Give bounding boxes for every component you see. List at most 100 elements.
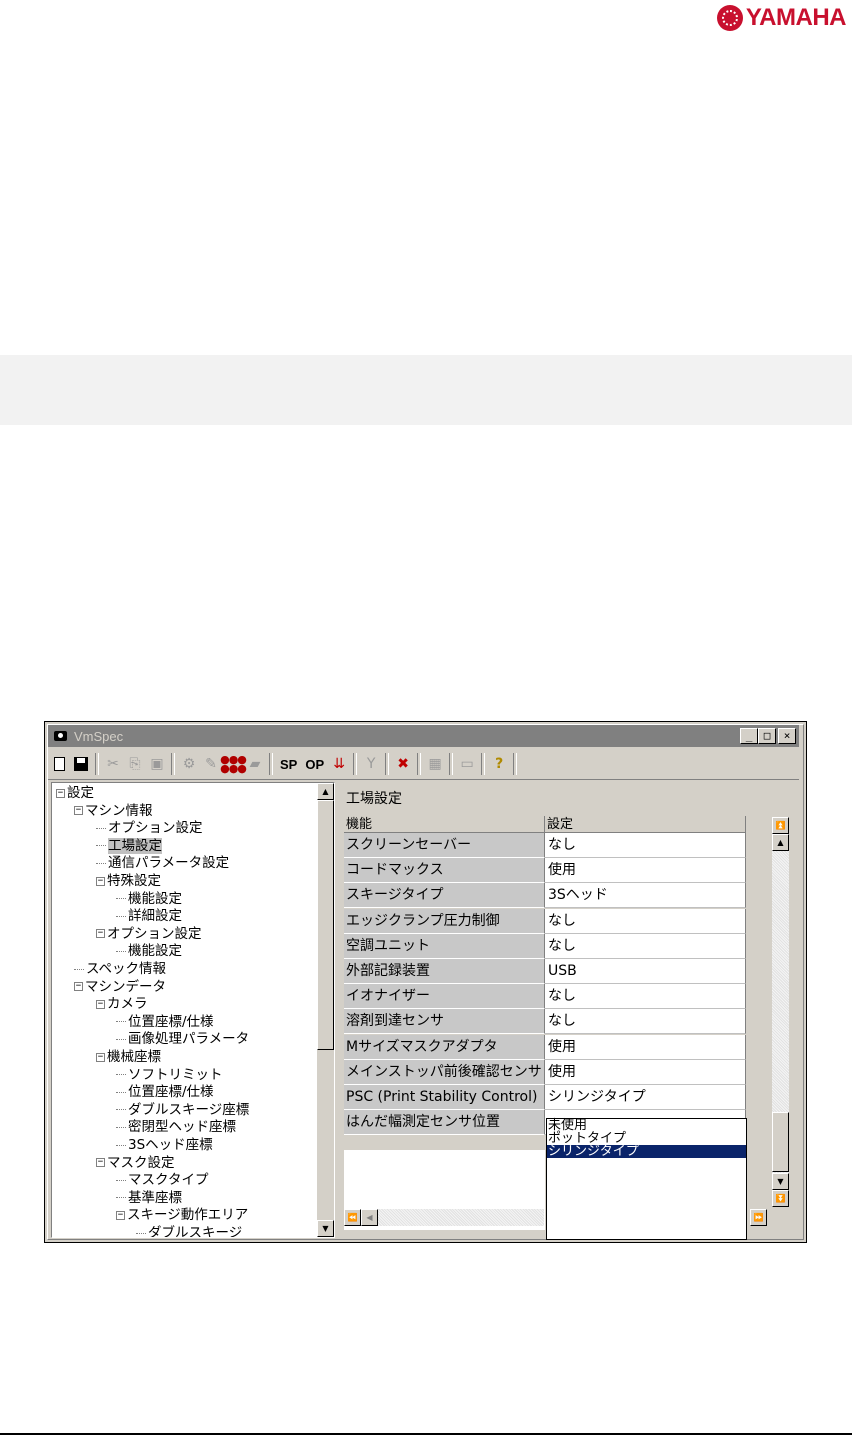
column-header-setting[interactable]: 設定 [545,816,746,833]
scroll-down-button[interactable]: ▼ [772,1173,789,1190]
tree-collapse-icon[interactable]: − [96,999,105,1009]
scroll-thumb[interactable] [317,800,334,1050]
help-icon[interactable]: ? [488,753,510,775]
table-row[interactable]: スクリーンセーバー なし [344,833,752,858]
setting-value-cell[interactable]: なし [545,833,746,858]
flag-icon[interactable]: ▰ [244,753,266,775]
tree-node[interactable]: 位置座標/仕様 [116,1084,214,1101]
scroll-down-button[interactable]: ▼ [317,1220,334,1237]
copy-icon[interactable]: ⎘ [124,753,146,775]
setting-value-cell[interactable]: シリンジタイプ [545,1085,746,1110]
cut-icon[interactable]: ✂ [102,753,124,775]
maximize-button[interactable]: □ [758,728,776,744]
feeder-icon[interactable]: ⚙ [178,753,200,775]
grid-horizontal-scrollbar-right[interactable]: ⏩ [750,1209,772,1226]
grid-vertical-scrollbar[interactable]: ⏫ ▲ ▼ ⏬ [772,817,789,1207]
setting-value-cell[interactable]: 使用 [545,858,746,884]
setting-value-cell[interactable]: なし [545,1009,746,1035]
paste-icon[interactable]: ▣ [146,753,168,775]
table-row[interactable]: コードマックス 使用 [344,858,752,884]
tree-node[interactable]: 画像処理パラメータ [116,1031,249,1048]
grid-icon[interactable]: ▦ [424,753,446,775]
tree-node[interactable]: マスクタイプ [116,1172,208,1189]
column-header-feature[interactable]: 機能 [344,816,545,833]
scroll-top-button[interactable]: ⏫ [772,817,789,834]
setting-value-cell[interactable]: USB [545,959,746,984]
table-row[interactable]: スキージタイプ 3Sヘッド [344,883,752,909]
tree-collapse-icon[interactable]: − [96,1158,105,1168]
tree-collapse-icon[interactable]: − [96,929,105,939]
feeder-edit-icon[interactable]: ✎ [200,753,222,775]
setting-dropdown-list[interactable]: 未使用 ポットタイプ シリンジタイプ [546,1118,747,1240]
app-icon[interactable] [52,727,70,745]
download-icon[interactable]: ⇊ [328,753,350,775]
tree-node[interactable]: スペック情報 [74,961,166,978]
save-icon[interactable] [70,753,92,775]
close-button[interactable]: × [778,728,796,744]
tree-collapse-icon[interactable]: − [116,1210,125,1220]
table-row[interactable]: メインストッパ前後確認センサ 使用 [344,1059,752,1085]
tree-node[interactable]: 通信パラメータ設定 [96,855,229,872]
tree-node[interactable]: オプション設定 [96,820,203,837]
filter-icon[interactable]: Y [360,753,382,775]
scroll-up-button[interactable]: ▲ [317,783,334,800]
setting-value-cell[interactable]: なし [545,933,746,959]
plug-icon[interactable]: ✖ [392,753,414,775]
setting-value-cell[interactable]: なし [545,908,746,934]
setting-value-cell[interactable]: 使用 [545,1034,746,1060]
new-file-icon[interactable] [48,753,70,775]
minimize-button[interactable]: _ [740,728,758,744]
scroll-thumb[interactable] [772,1112,789,1172]
tree-collapse-icon[interactable]: − [96,1052,105,1062]
op-button[interactable]: OP [301,757,328,772]
table-row[interactable]: PSC (Print Stability Control) シリンジタイプ [344,1085,752,1110]
tree-node[interactable]: 密閉型ヘッド座標 [116,1119,236,1136]
dropdown-option[interactable]: シリンジタイプ [547,1145,746,1158]
tree-node[interactable]: − 設定 [56,785,94,802]
tree-collapse-icon[interactable]: − [56,788,65,798]
table-row[interactable]: 外部記録装置 USB [344,959,752,984]
tree-node[interactable]: ダブルスキージ座標 [116,1102,249,1119]
settings-tree[interactable]: − 設定 − マシン情報 オプション設定 工場設定 通信パラメータ設定 − 特殊設定 機能設定 詳細… [51,782,335,1238]
tree-node[interactable]: − マシンデータ [74,979,166,996]
dots-icon[interactable]: ●●● ●●● [220,753,247,775]
setting-value-cell[interactable]: 使用 [545,1059,746,1085]
table-row[interactable]: 溶剤到達センサ なし [344,1009,752,1035]
scroll-left-button[interactable]: ◀ [361,1209,378,1226]
tree-node[interactable]: − 機械座標 [96,1049,161,1066]
tree-collapse-icon[interactable]: − [74,806,83,816]
tree-node[interactable]: 機能設定 [116,943,182,960]
tree-node[interactable]: − 特殊設定 [96,873,161,890]
scroll-first-button[interactable]: ⏪ [344,1209,361,1226]
tree-node[interactable]: − スキージ動作エリア [116,1207,248,1224]
table-row[interactable]: イオナイザー なし [344,984,752,1010]
table-row[interactable]: Mサイズマスクアダプタ 使用 [344,1034,752,1060]
tree-node[interactable]: 位置座標/仕様 [116,1014,214,1031]
tree-connector [96,827,106,829]
tree-node[interactable]: 工場設定 [96,837,162,855]
grid-horizontal-scrollbar[interactable]: ⏪ ◀ [344,1209,544,1226]
tree-node[interactable]: ソフトリミット [116,1067,223,1084]
sp-button[interactable]: SP [276,757,301,772]
title-bar[interactable]: VmSpec _ □ × [48,725,799,747]
tree-node[interactable]: − オプション設定 [96,926,202,943]
tree-node[interactable]: − マシン情報 [74,803,153,820]
scroll-up-button[interactable]: ▲ [772,834,789,851]
table-row[interactable]: エッジクランプ圧力制御 なし [344,908,752,934]
tree-collapse-icon[interactable]: − [96,876,105,886]
tree-collapse-icon[interactable]: − [74,982,83,992]
setting-value-cell[interactable]: なし [545,984,746,1010]
table-row[interactable]: 空調ユニット なし [344,933,752,959]
tree-node[interactable]: 機能設定 [116,891,182,908]
setting-value-cell[interactable]: 3Sヘッド [545,883,746,909]
keyboard-icon[interactable]: ▭ [456,753,478,775]
scroll-last-button[interactable]: ⏩ [750,1209,767,1226]
tree-node[interactable]: 基準座標 [116,1190,182,1207]
tree-node[interactable]: 3Sヘッド座標 [116,1137,213,1154]
tree-node[interactable]: 詳細設定 [116,908,182,925]
tree-node[interactable]: ダブルスキージ [136,1225,242,1237]
tree-node[interactable]: − カメラ [96,996,148,1013]
scroll-bottom-button[interactable]: ⏬ [772,1190,789,1207]
tree-vertical-scrollbar[interactable]: ▲ ▼ [317,783,334,1237]
tree-node[interactable]: − マスク設定 [96,1155,175,1172]
